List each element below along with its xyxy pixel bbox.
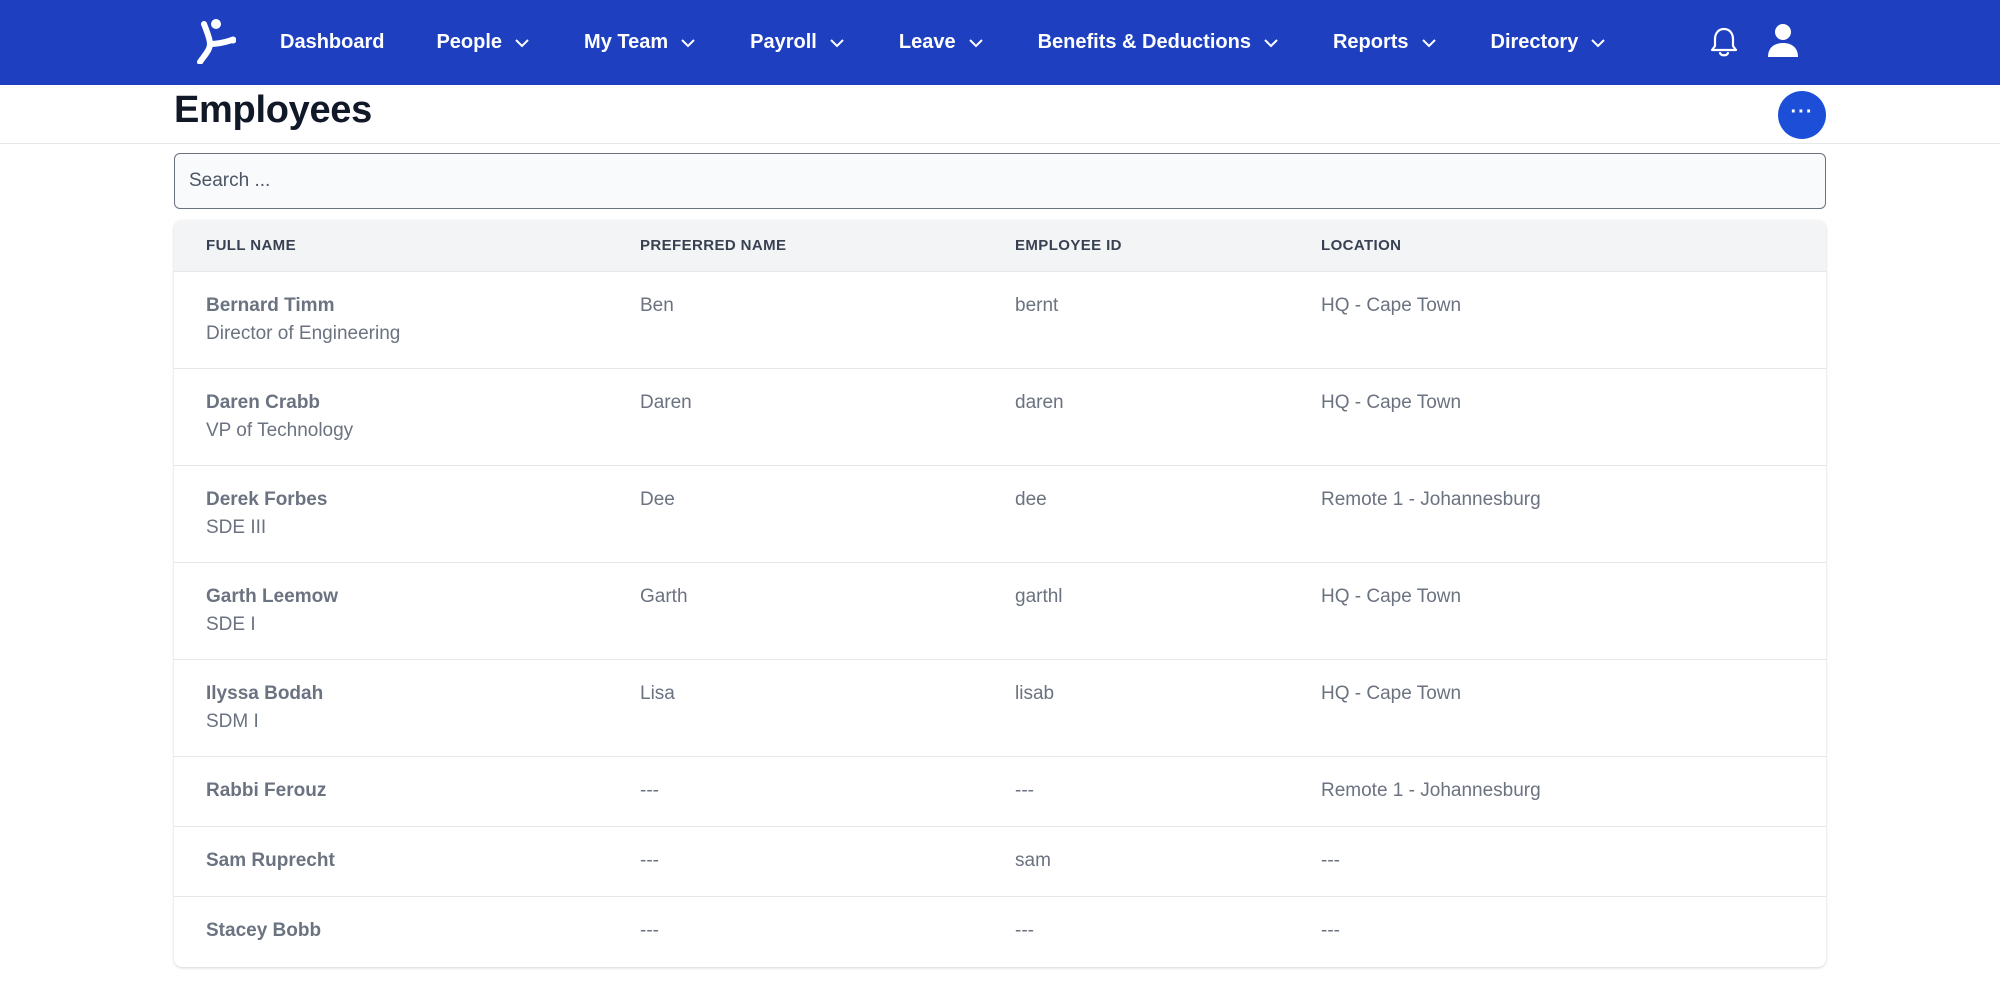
cell-employee-id: lisab — [1015, 683, 1055, 704]
chevron-down-icon — [1264, 38, 1278, 47]
employee-title: SDM I — [206, 711, 259, 732]
cell-full-name: Garth Leemow SDE I — [174, 563, 640, 659]
cell-employee-id: --- — [1015, 780, 1034, 801]
nav-directory[interactable]: Directory — [1491, 0, 1607, 85]
table-row[interactable]: Daren Crabb VP of Technology Daren daren… — [174, 369, 1826, 466]
employee-name[interactable]: Derek Forbes — [206, 489, 640, 511]
employee-name[interactable]: Stacey Bobb — [206, 920, 640, 942]
employee-name[interactable]: Daren Crabb — [206, 392, 640, 414]
nav-label: Payroll — [750, 31, 817, 53]
cell-location: Remote 1 - Johannesburg — [1321, 489, 1541, 510]
table-row[interactable]: Rabbi Ferouz --- --- Remote 1 - Johannes… — [174, 757, 1826, 827]
nav-label: Directory — [1490, 31, 1579, 53]
table-row[interactable]: Sam Ruprecht --- sam --- — [174, 827, 1826, 897]
employee-name[interactable]: Rabbi Ferouz — [206, 780, 640, 802]
table-row[interactable]: Bernard Timm Director of Engineering Ben… — [174, 272, 1826, 369]
bell-icon[interactable] — [1709, 26, 1739, 58]
cell-preferred-name: Daren — [640, 392, 692, 413]
cell-full-name: Stacey Bobb — [174, 897, 640, 967]
cell-full-name: Sam Ruprecht — [174, 827, 640, 896]
nav-dashboard[interactable]: Dashboard — [280, 0, 384, 85]
table-row[interactable]: Garth Leemow SDE I Garth garthl HQ - Cap… — [174, 563, 1826, 660]
employee-title: SDE III — [206, 517, 267, 538]
employees-table: FULL NAME PREFERRED NAME EMPLOYEE ID LOC… — [174, 220, 1826, 967]
employee-title: VP of Technology — [206, 420, 354, 441]
chevron-down-icon — [1591, 38, 1606, 47]
page-title: Employees — [174, 89, 372, 131]
user-icon[interactable] — [1766, 23, 1800, 59]
chevron-down-icon — [515, 38, 529, 47]
cell-location: HQ - Cape Town — [1321, 586, 1462, 607]
chevron-down-icon — [968, 38, 983, 47]
cell-employee-id: sam — [1015, 850, 1051, 871]
employee-name[interactable]: Bernard Timm — [206, 295, 640, 317]
cell-location: Remote 1 - Johannesburg — [1321, 780, 1541, 801]
employee-name[interactable]: Ilyssa Bodah — [206, 683, 640, 705]
chevron-down-icon — [681, 38, 695, 47]
cell-location: HQ - Cape Town — [1321, 683, 1462, 704]
nav-label: Reports — [1332, 31, 1409, 53]
cell-employee-id: daren — [1015, 392, 1064, 413]
column-header-preferred-name[interactable]: PREFERRED NAME — [640, 237, 1015, 254]
table-row[interactable]: Stacey Bobb --- --- --- — [174, 897, 1826, 967]
cell-preferred-name: Ben — [640, 295, 674, 316]
cell-location: --- — [1321, 850, 1340, 871]
cell-full-name: Rabbi Ferouz — [174, 757, 640, 826]
nav-label: Dashboard — [280, 31, 385, 53]
cell-full-name: Bernard Timm Director of Engineering — [174, 272, 640, 368]
cell-preferred-name: --- — [640, 780, 659, 801]
cell-employee-id: dee — [1015, 489, 1047, 510]
logo-icon[interactable] — [196, 18, 236, 64]
search-input[interactable] — [174, 153, 1826, 209]
top-nav-bar: Dashboard People My Team Payroll Leave B… — [0, 0, 2000, 85]
page-header: Employees ··· — [0, 85, 2000, 144]
table-header: FULL NAME PREFERRED NAME EMPLOYEE ID LOC… — [174, 220, 1826, 272]
nav-reports[interactable]: Reports — [1333, 0, 1437, 85]
nav-people[interactable]: People — [436, 0, 530, 85]
nav-leave[interactable]: Leave — [899, 0, 984, 85]
main-nav: Dashboard People My Team Payroll Leave B… — [280, 0, 1606, 85]
chevron-down-icon — [1421, 38, 1436, 47]
cell-employee-id: bernt — [1015, 295, 1059, 316]
cell-location: HQ - Cape Town — [1321, 295, 1462, 316]
nav-label: My Team — [584, 31, 669, 53]
more-options-icon: ··· — [1790, 100, 1814, 123]
cell-full-name: Daren Crabb VP of Technology — [174, 369, 640, 465]
cell-location: --- — [1321, 920, 1340, 941]
table-row[interactable]: Derek Forbes SDE III Dee dee Remote 1 - … — [174, 466, 1826, 563]
employee-name[interactable]: Garth Leemow — [206, 586, 640, 608]
cell-full-name: Ilyssa Bodah SDM I — [174, 660, 640, 756]
nav-label: Benefits & Deductions — [1037, 31, 1251, 53]
cell-preferred-name: --- — [640, 920, 659, 941]
employee-name[interactable]: Sam Ruprecht — [206, 850, 640, 872]
nav-label: Leave — [898, 31, 956, 53]
cell-location: HQ - Cape Town — [1321, 392, 1462, 413]
column-header-employee-id[interactable]: EMPLOYEE ID — [1015, 237, 1321, 254]
nav-my-team[interactable]: My Team — [584, 0, 696, 85]
table-row[interactable]: Ilyssa Bodah SDM I Lisa lisab HQ - Cape … — [174, 660, 1826, 757]
cell-preferred-name: Lisa — [640, 683, 675, 704]
nav-payroll[interactable]: Payroll — [750, 0, 845, 85]
cell-preferred-name: --- — [640, 850, 659, 871]
nav-benefits-deductions[interactable]: Benefits & Deductions — [1038, 0, 1279, 85]
cell-preferred-name: Garth — [640, 586, 688, 607]
cell-full-name: Derek Forbes SDE III — [174, 466, 640, 562]
nav-label: People — [436, 31, 503, 53]
employee-title: Director of Engineering — [206, 323, 401, 344]
chevron-down-icon — [830, 38, 844, 47]
cell-employee-id: garthl — [1015, 586, 1063, 607]
more-options-button[interactable]: ··· — [1778, 91, 1826, 139]
cell-employee-id: --- — [1015, 920, 1034, 941]
column-header-full-name[interactable]: FULL NAME — [174, 237, 640, 254]
employee-title: SDE I — [206, 614, 256, 635]
column-header-location[interactable]: LOCATION — [1321, 237, 1826, 254]
cell-preferred-name: Dee — [640, 489, 675, 510]
